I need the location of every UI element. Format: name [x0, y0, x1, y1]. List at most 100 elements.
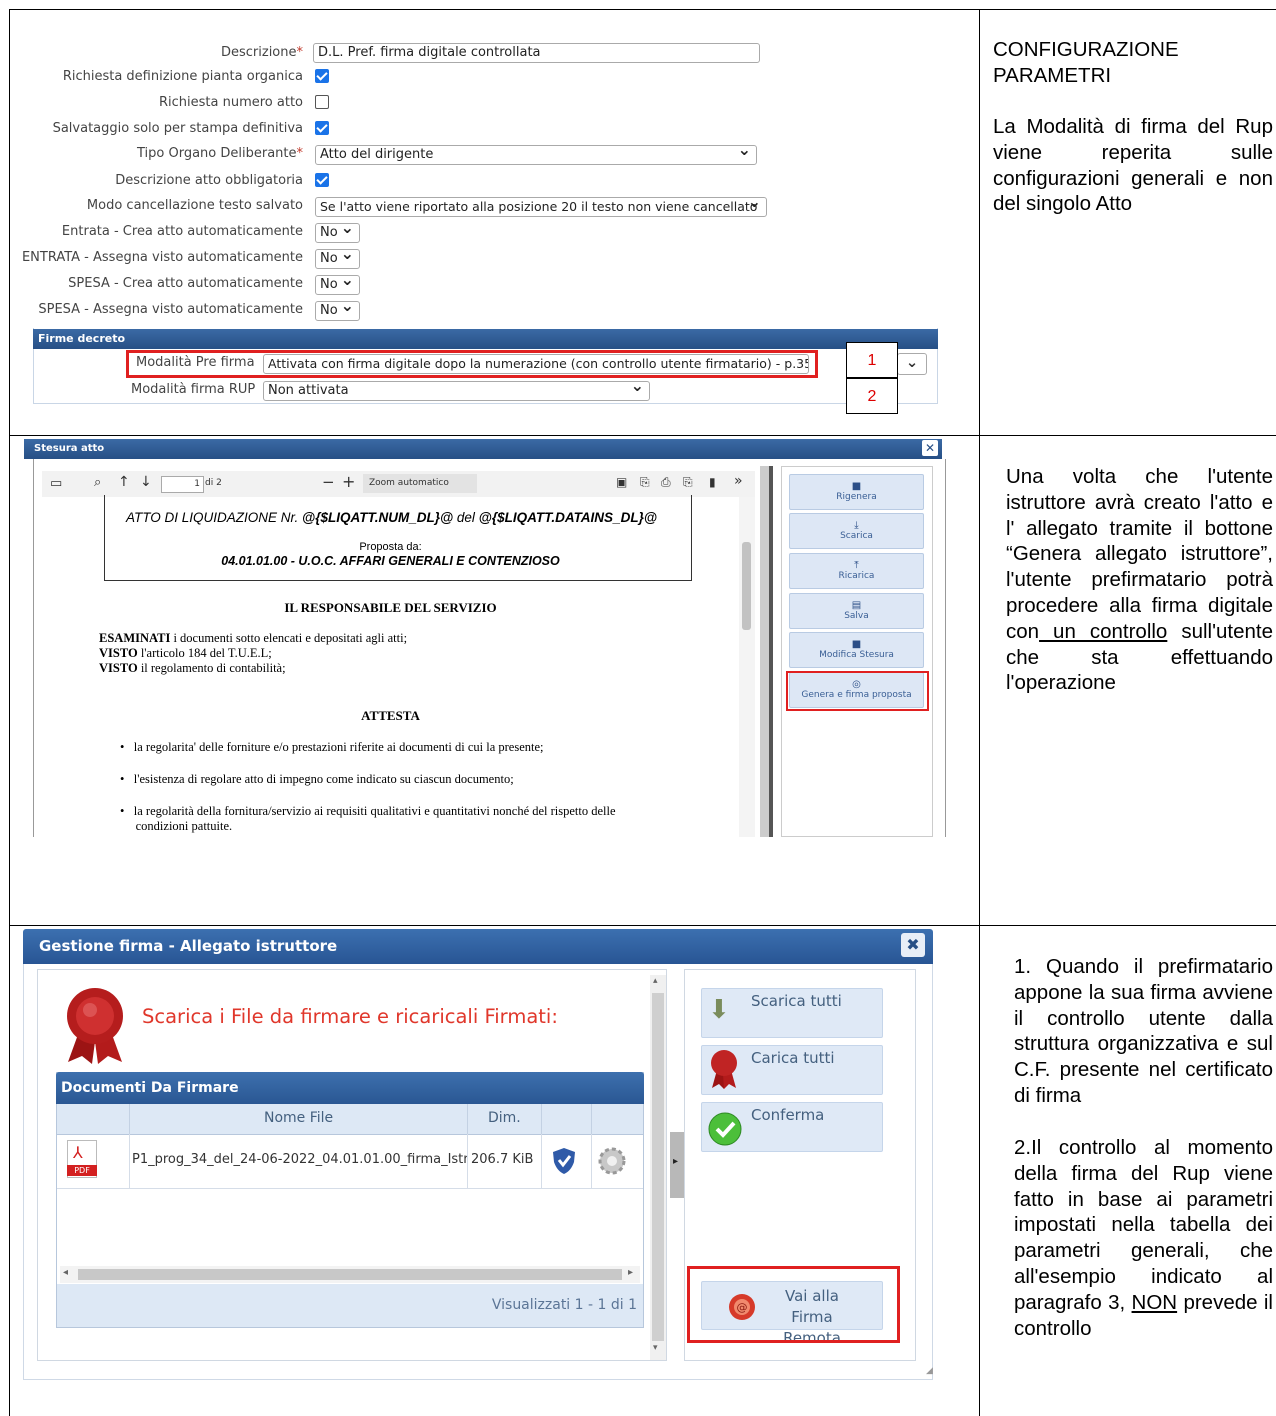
gear-icon[interactable]: [597, 1146, 627, 1176]
carica-tutti-button[interactable]: Carica tutti: [701, 1045, 883, 1095]
entrata-visto-select[interactable]: No: [315, 249, 360, 269]
print-icon[interactable]: ⎙: [661, 475, 671, 490]
doc-bullet-1: • la regolarita' delle forniture e/o pre…: [120, 740, 544, 754]
table-border-left: [9, 9, 10, 1416]
pdf-scroll-thumb[interactable]: [742, 542, 751, 630]
stampa-definitiva-checkbox[interactable]: [315, 121, 329, 135]
close-icon[interactable]: ✖: [901, 933, 925, 957]
resize-grip-icon[interactable]: ◢: [926, 1366, 933, 1376]
highlight-firma-remota: [687, 1266, 900, 1343]
rigenera-button[interactable]: ■ Rigenera: [789, 474, 924, 510]
download-icon: ⬇: [708, 995, 730, 1025]
wax-seal-icon: [711, 1050, 737, 1089]
organo-deliberante-select[interactable]: Atto del dirigente: [315, 145, 757, 165]
callout-1: 1: [846, 342, 898, 378]
open-file-icon[interactable]: ⎘: [640, 475, 650, 490]
documents-grid-title: Documenti Da Firmare: [61, 1080, 239, 1096]
entrata-crea-select[interactable]: No: [315, 223, 360, 243]
presentation-icon[interactable]: ▣: [616, 475, 627, 489]
close-icon[interactable]: ✕: [922, 440, 938, 456]
pdf-label: PDF: [67, 1165, 97, 1176]
bookmark-icon[interactable]: ▮: [709, 475, 716, 489]
page-total: di 2: [205, 478, 222, 488]
spesa-crea-select[interactable]: No: [315, 275, 360, 295]
scarica-button[interactable]: ⤓ Scarica: [789, 513, 924, 549]
pdf-file-icon: ⅄ PDF: [67, 1140, 97, 1178]
save-icon[interactable]: ⎘: [683, 475, 693, 490]
grid-horizontal-scrollbar[interactable]: ◂ ▸: [60, 1266, 640, 1283]
label-pre-firma: Modalità Pre firma: [136, 355, 255, 370]
spesa-visto-select[interactable]: No: [315, 301, 360, 321]
stesura-window-title: Stesura atto: [24, 439, 942, 459]
arrow-down-icon[interactable]: ↓: [140, 474, 152, 490]
search-icon[interactable]: ⌕: [94, 475, 101, 490]
ricarica-button[interactable]: ⤒ Ricarica: [789, 553, 924, 589]
grid-column-headers: Nome File Dim.: [57, 1104, 643, 1135]
edit-document-icon: ■: [851, 639, 862, 650]
controllo-description-2: 2.Il controllo al momento della firma de…: [1014, 1136, 1273, 1340]
gestione-firma-title: Gestione firma - Allegato istruttore: [39, 937, 338, 955]
conferma-button[interactable]: Conferma: [701, 1102, 883, 1152]
doc-bullet-2: • l'esistenza di regolare atto di impegn…: [120, 772, 514, 786]
files-panel-scrollbar[interactable]: ▴ ▾: [650, 975, 666, 1360]
upload-icon: ⤒: [854, 560, 859, 571]
zoom-out-icon[interactable]: −: [322, 473, 335, 491]
doc-attesta: ATTESTA: [361, 708, 420, 723]
controllo-description-1: 1. Quando il prefirmatario appone la sua…: [1014, 955, 1273, 1107]
splitter[interactable]: [760, 466, 769, 837]
zoom-in-icon[interactable]: +: [342, 472, 355, 491]
sidebar-toggle-icon[interactable]: ▭: [50, 476, 62, 491]
modo-cancellazione-select[interactable]: Se l'atto viene riportato alla posizione…: [315, 197, 767, 217]
table-row-divider-2: [9, 925, 1276, 926]
descrizione-obbligatoria-checkbox[interactable]: [315, 173, 329, 187]
pre-firma-select[interactable]: Attivata con firma digitale dopo la nume…: [263, 354, 809, 374]
firme-panel-header: Firme decreto: [33, 329, 938, 349]
label-numero-atto: Richiesta numero atto: [158, 95, 303, 110]
files-panel-scroll-thumb[interactable]: [652, 993, 664, 1341]
scroll-up-icon[interactable]: ▴: [653, 976, 658, 986]
doc-proposta: Proposta da:: [359, 541, 422, 553]
label-pianta-organica: Richiesta definizione pianta organica: [62, 69, 303, 84]
modifica-stesura-button[interactable]: ■ Modifica Stesura: [789, 632, 924, 668]
gestione-firma-titlebar: Gestione firma - Allegato istruttore ✖: [23, 929, 933, 964]
more-tools-icon[interactable]: »: [734, 473, 743, 489]
table-row[interactable]: ⅄ PDF P1_prog_34_del_24-06-2022_04.01.01…: [57, 1134, 643, 1189]
column-header-nome-file[interactable]: Nome File: [264, 1110, 333, 1126]
zoom-select[interactable]: Zoom automatico: [363, 474, 477, 493]
pianta-organica-checkbox[interactable]: [315, 69, 329, 83]
numero-atto-checkbox[interactable]: [315, 95, 329, 109]
panel-splitter[interactable]: ▸: [670, 1132, 684, 1198]
documents-grid-header: Documenti Da Firmare: [56, 1072, 644, 1104]
column-header-dim[interactable]: Dim.: [488, 1110, 521, 1126]
label-descrizione: Descrizione*: [220, 45, 303, 60]
doc-header-box: [104, 495, 692, 581]
pdf-scrollbar[interactable]: [739, 497, 755, 837]
doc-title-line: ATTO DI LIQUIDAZIONE Nr. @{$LIQATT.NUM_D…: [126, 510, 657, 525]
grid-paging-info: Visualizzati 1 - 1 di 1: [491, 1297, 637, 1313]
check-icon: [708, 1112, 742, 1146]
file-size-cell: 206.7 KiB: [471, 1152, 534, 1167]
pdf-page: ATTO DI LIQUIDAZIONE Nr. @{$LIQATT.NUM_D…: [42, 495, 739, 837]
label-entrata-visto: ENTRATA - Assegna visto automaticamente: [21, 250, 303, 265]
label-entrata-crea: Entrata - Crea atto automaticamente: [61, 224, 303, 239]
salva-button[interactable]: ▤ Salva: [789, 593, 924, 629]
scroll-down-icon[interactable]: ▾: [653, 1343, 658, 1353]
scroll-left-icon[interactable]: ◂: [63, 1267, 68, 1278]
scarica-tutti-button[interactable]: ⬇ Scarica tutti: [701, 988, 883, 1038]
pre-firma-dropdown-toggle[interactable]: ⌄: [897, 353, 927, 375]
grid-footer: Visualizzati 1 - 1 di 1: [57, 1284, 643, 1327]
config-title: CONFIGURAZIONE PARAMETRI: [993, 38, 1179, 87]
highlight-genera-firma: [786, 671, 929, 711]
splitter-handle[interactable]: [769, 466, 773, 837]
page-number-input[interactable]: 1: [161, 476, 204, 493]
descrizione-input[interactable]: D.L. Pref. firma digitale controllata: [313, 43, 760, 63]
upload-instructions-heading: Scarica i File da firmare e ricaricali F…: [142, 1005, 558, 1028]
document-icon: ■: [851, 481, 862, 492]
label-firma-rup: Modalità firma RUP: [131, 382, 256, 397]
arrow-up-icon[interactable]: ↑: [118, 474, 130, 490]
verify-signature-icon[interactable]: [551, 1147, 577, 1175]
grid-scroll-thumb[interactable]: [78, 1269, 622, 1280]
firma-rup-select[interactable]: Non attivata: [263, 381, 650, 401]
config-description: La Modalità di firma del Rup viene reper…: [993, 115, 1273, 216]
scroll-right-icon[interactable]: ▸: [628, 1267, 633, 1278]
